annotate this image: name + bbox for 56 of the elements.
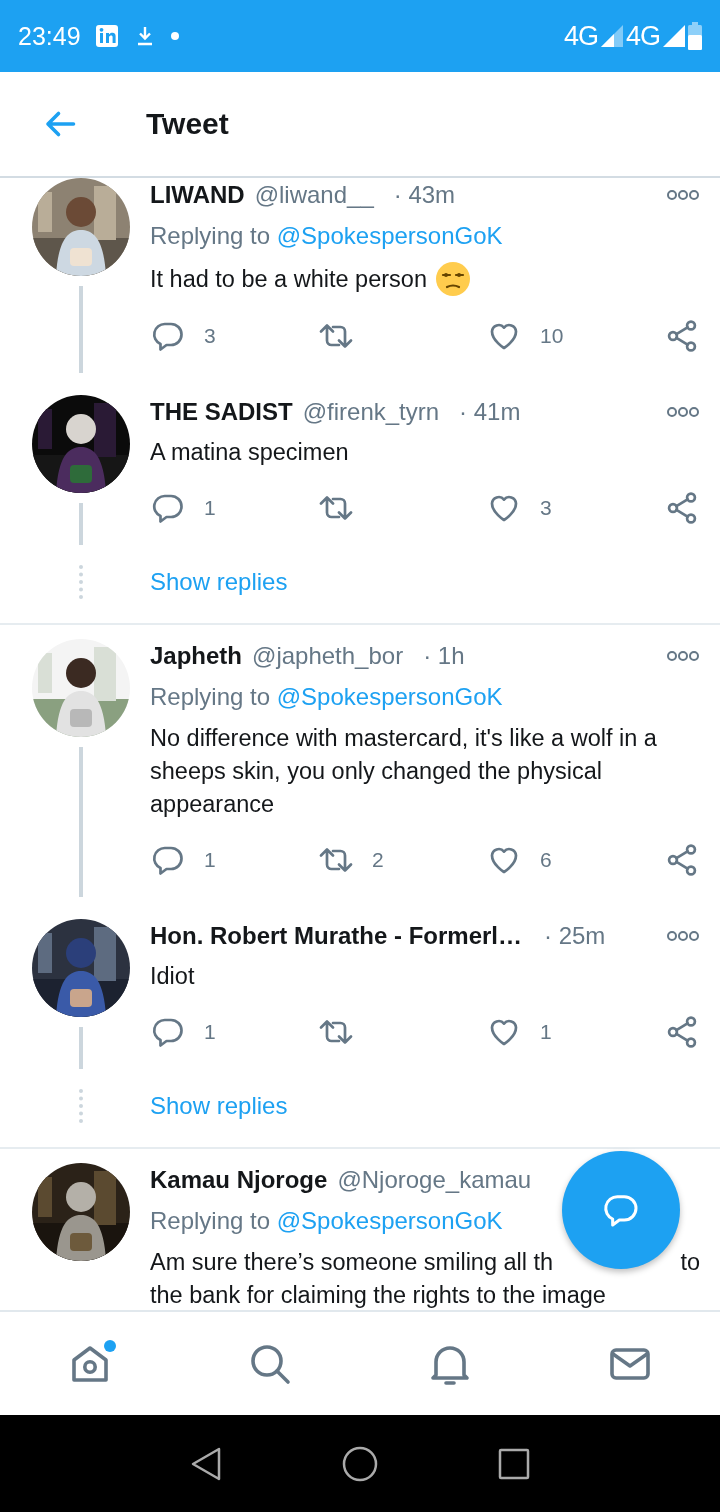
clock-time: 23:49	[18, 21, 81, 51]
more-options-icon[interactable]	[666, 649, 700, 662]
user-handle: @Njoroge_kamau	[337, 1165, 532, 1194]
signal-icon	[663, 25, 685, 47]
replying-to-text: Replying to @SpokespersonGoK	[150, 221, 503, 251]
page-title: Tweet	[146, 107, 229, 141]
tweet-text: Idiot	[150, 962, 195, 991]
network-label: 4G	[563, 20, 598, 52]
home-circle-icon[interactable]	[342, 1445, 378, 1482]
reply-button[interactable]: 1	[150, 842, 318, 878]
tweet-text: No difference with mastercard, it's like a wolf in a sheeps skin, you only changed the physical appearance	[150, 724, 658, 819]
tweet-text: to	[680, 1248, 700, 1277]
like-button[interactable]: 3	[486, 490, 654, 526]
user-name[interactable]: Hon. Robert Murathe - Formerl…	[150, 921, 522, 950]
like-button[interactable]: 10	[486, 318, 654, 354]
user-name[interactable]: LIWAND	[150, 180, 245, 209]
back-triangle-icon[interactable]	[190, 1445, 222, 1482]
tweet-time: · 1h	[423, 641, 465, 670]
tweet-text: Am sure there’s someone smiling all th	[150, 1248, 554, 1277]
more-options-icon[interactable]	[666, 405, 700, 418]
tweet-time: · 25m	[544, 921, 606, 950]
dotted-thread-line	[79, 565, 83, 599]
mention-link[interactable]: @SpokespersonGoK	[276, 222, 503, 249]
user-name[interactable]: Kamau Njoroge	[150, 1165, 328, 1194]
more-options-icon[interactable]	[666, 188, 700, 201]
compose-reply-button[interactable]	[562, 1151, 680, 1269]
user-handle: @japheth_bor	[252, 641, 404, 670]
user-handle: @liwand__	[254, 180, 374, 209]
square-icon[interactable]	[498, 1447, 530, 1480]
user-name[interactable]: THE SADIST	[150, 397, 293, 426]
mention-link[interactable]: @SpokespersonGoK	[276, 683, 503, 710]
app-notification-icon	[94, 24, 119, 48]
battery-icon	[688, 22, 702, 50]
tweet-time: · 43m	[393, 180, 456, 209]
retweet-button[interactable]: 2	[318, 842, 486, 878]
like-button[interactable]: 6	[486, 842, 654, 878]
signal-icon	[600, 25, 623, 47]
user-handle: @firenk_tyrn	[302, 397, 440, 426]
tweet-text: the bank for claiming the rights to the image	[150, 1281, 607, 1310]
replying-to-text: Replying to @SpokespersonGoK	[150, 682, 503, 712]
network-label: 4G	[625, 20, 660, 52]
tweet-text: A matina specimen	[150, 438, 349, 467]
more-options-icon[interactable]	[666, 929, 700, 942]
show-replies-link[interactable]: Show replies	[150, 1089, 288, 1123]
like-button[interactable]: 1	[486, 1014, 654, 1050]
user-name[interactable]: Japheth	[150, 641, 242, 670]
dot-icon	[170, 32, 179, 40]
mention-link[interactable]: @SpokespersonGoK	[276, 1207, 503, 1234]
reply-button[interactable]: 1	[150, 1014, 318, 1050]
reply-button[interactable]: 1	[150, 490, 318, 526]
show-replies-link[interactable]: Show replies	[150, 565, 288, 599]
dotted-thread-line	[79, 1089, 83, 1123]
reply-button[interactable]: 3	[150, 318, 318, 354]
tweet-text: It had to be a white person	[150, 264, 427, 294]
tweet-time: · 41m	[459, 397, 521, 426]
replying-to-text: Replying to @SpokespersonGoK	[150, 1206, 503, 1236]
